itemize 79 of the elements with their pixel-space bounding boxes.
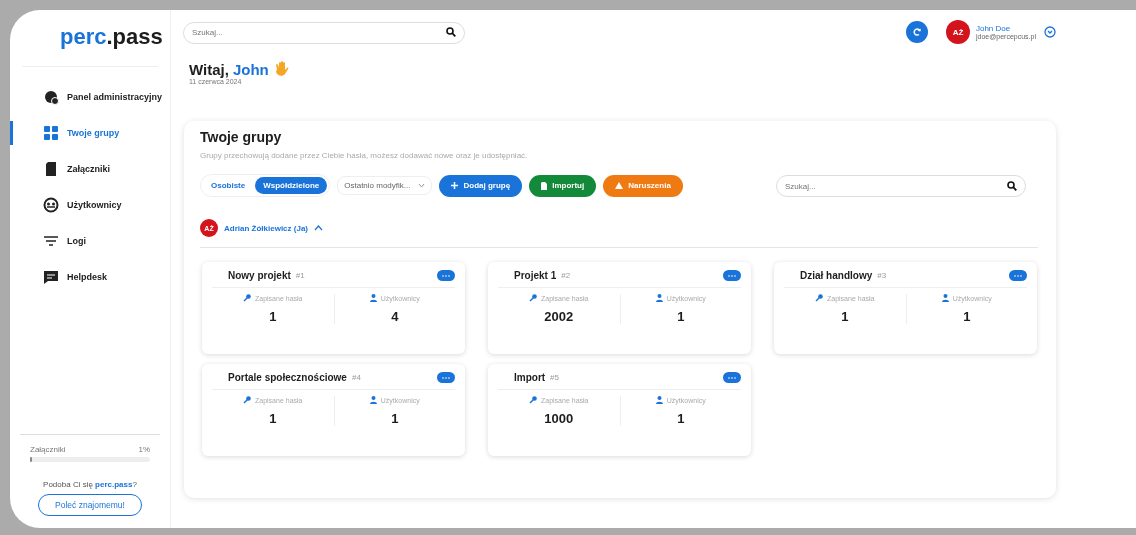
more-button[interactable] — [723, 270, 741, 281]
more-button[interactable] — [437, 270, 455, 281]
group-id: #5 — [550, 373, 559, 382]
action-button[interactable]: Importuj — [529, 174, 597, 197]
storage-reading: 1% — [138, 445, 150, 454]
refresh-icon — [911, 27, 922, 37]
chevron-down-icon[interactable] — [1044, 26, 1056, 38]
tab[interactable]: Osobiste — [203, 177, 254, 194]
sidebar-item[interactable]: Helpdesk — [10, 265, 170, 289]
recommend-button[interactable]: Poleć znajomemu! — [38, 494, 142, 516]
plus-icon — [451, 182, 459, 189]
storage-label: Załączniki — [30, 445, 66, 454]
chevron-down-icon — [418, 183, 426, 188]
group-id: #1 — [295, 271, 305, 280]
dots-icon — [728, 274, 736, 277]
group-title: Dział handlowy — [800, 270, 873, 281]
user-icon — [655, 294, 663, 302]
stat-value: 1 — [391, 411, 399, 426]
grid-icon — [43, 125, 59, 141]
dots-icon — [442, 376, 450, 379]
tab[interactable]: Współdzielone — [255, 177, 328, 194]
search-icon[interactable] — [446, 27, 456, 37]
promo-text: Podoba Ci się perc.pass? — [43, 480, 137, 489]
stat-value: 1 — [963, 309, 971, 324]
filter-icon — [43, 233, 59, 249]
refresh-button[interactable] — [905, 21, 928, 43]
search-field[interactable]: Szukaj... — [776, 175, 1026, 197]
dots-icon — [442, 274, 450, 277]
stat-value: 1 — [269, 309, 277, 324]
key-icon — [529, 396, 537, 404]
group-id: #4 — [351, 373, 361, 382]
smiley-icon — [43, 197, 59, 213]
user-icon — [369, 396, 377, 404]
group-id: #2 — [561, 271, 571, 280]
more-button[interactable] — [437, 372, 455, 383]
more-button[interactable] — [1009, 270, 1027, 281]
sidebar-item[interactable]: Logi — [10, 229, 170, 253]
sort-dropdown[interactable]: Ostatnio modyfik... — [337, 176, 433, 195]
stat-value: 2002 — [544, 309, 574, 324]
owner-name[interactable]: Adrian Żółkiewicz (Ja) — [224, 223, 309, 233]
stat-value: 1 — [841, 309, 849, 324]
key-icon — [243, 396, 251, 404]
chat-icon — [43, 269, 59, 285]
more-button[interactable] — [723, 372, 741, 383]
search-icon[interactable] — [1007, 180, 1017, 191]
user-icon — [941, 294, 949, 302]
sidebar-item[interactable]: Twoje grupy — [10, 121, 170, 145]
key-icon — [243, 294, 251, 302]
stat-value: 1 — [269, 411, 277, 426]
stat-value: 4 — [391, 309, 399, 324]
sidebar-item[interactable]: Załączniki — [10, 157, 170, 181]
group-title: Nowy projekt — [228, 270, 291, 281]
group-id: #3 — [877, 271, 887, 280]
user-icon — [369, 294, 377, 302]
stat-value: 1 — [677, 309, 685, 324]
chevron-up-icon[interactable] — [314, 225, 324, 231]
stat-value: 1 — [677, 411, 685, 426]
key-icon — [529, 294, 537, 302]
user-icon — [655, 396, 663, 404]
panel-description: Grupy przechowują dodane przez Ciebie hasła, możesz dodawać nowe oraz je udostępniać. — [200, 151, 529, 160]
search-field[interactable]: Szukaj... — [183, 21, 465, 44]
group-title: Projekt 1 — [514, 270, 557, 281]
stat-value: 1000 — [544, 411, 574, 426]
dots-icon — [1014, 274, 1022, 277]
panel-title: Twoje grupy — [200, 129, 283, 145]
user-first-name: John — [232, 60, 269, 78]
user-avatar[interactable]: AŻ — [945, 20, 970, 44]
greeting: Witaj, — [189, 60, 229, 78]
sidebar-item[interactable]: Użytkownicy — [10, 193, 170, 217]
action-button[interactable]: Dodaj grupę — [439, 174, 523, 197]
file-icon — [541, 181, 548, 190]
sidebar-item[interactable]: Panel administracyjny — [10, 85, 170, 109]
document-icon — [43, 161, 59, 177]
dots-icon — [728, 376, 736, 379]
group-title: Import — [514, 372, 546, 383]
group-title: Portale społecznościowe — [228, 372, 347, 383]
user-name: John Doe — [975, 24, 1012, 33]
key-icon — [815, 294, 823, 302]
warning-icon — [615, 182, 624, 189]
